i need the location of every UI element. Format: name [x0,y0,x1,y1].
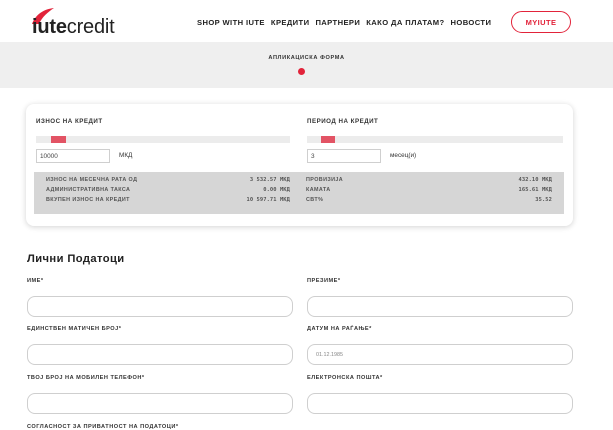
first-name-label: ИМЕ* [27,278,44,284]
birth-date-label: ДАТУМ НА РАЃАЊЕ* [307,326,372,332]
main-nav: SHOP WITH IUTE КРЕДИТИ ПАРТНЕРИ КАКО ДА … [197,18,491,27]
nav-how-to-pay[interactable]: КАКО ДА ПЛАТАМ? [366,18,444,27]
summary-value-commission: 432.10 МКД [518,177,552,183]
birth-date-placeholder: 01.12.1985 [316,352,343,358]
loan-summary: ИЗНОС НА МЕСЕЧНА РАТА ОД АДМИНИСТРАТИВНА… [34,172,564,214]
summary-label-commission: ПРОВИЗИЈА [306,177,344,183]
birth-date-input[interactable]: 01.12.1985 [307,344,573,365]
logo-text-bold: iute [32,16,67,38]
nav-news[interactable]: НОВОСТИ [451,18,492,27]
embg-label: ЕДИНСТВЕН МАТИЧЕН БРОЈ* [27,326,122,332]
summary-value-admin-fee: 0.00 МКД [263,187,290,193]
amount-input[interactable] [36,149,110,163]
amount-slider-track[interactable] [36,136,290,143]
period-unit: месец(и) [390,152,417,159]
summary-label-apr: СВТ% [306,197,324,203]
last-name-label: ПРЕЗИМЕ* [307,278,341,284]
last-name-input[interactable] [307,296,573,317]
first-name-input[interactable] [27,296,293,317]
summary-label-monthly: ИЗНОС НА МЕСЕЧНА РАТА ОД [46,177,138,183]
summary-value-monthly: 3 532.57 МКД [249,177,290,183]
logo-text-light: credit [66,16,115,38]
period-input[interactable] [307,149,381,163]
application-form-banner: АПЛИКАЦИСКА ФОРМА [0,42,613,88]
nav-partners[interactable]: ПАРТНЕРИ [315,18,360,27]
summary-label-interest: КАМАТА [306,187,331,193]
period-label: ПЕРИОД НА КРЕДИТ [307,118,379,125]
nav-credits[interactable]: КРЕДИТИ [271,18,310,27]
nav-shop-with-iute[interactable]: SHOP WITH IUTE [197,18,265,27]
step-indicator-dot [298,68,305,75]
iute-logo[interactable]: iutecredit [26,8,136,38]
summary-label-admin-fee: АДМИНИСТРАТИВНА ТАКСА [46,187,131,193]
summary-label-total: ВКУПЕН ИЗНОС НА КРЕДИТ [46,197,130,203]
amount-label: ИЗНОС НА КРЕДИТ [36,118,103,125]
period-slider-track[interactable] [307,136,563,143]
summary-value-interest: 165.61 МКД [518,187,552,193]
privacy-consent-label: СОГЛАСНОСТ ЗА ПРИВАТНОСТ НА ПОДАТОЦИ* [27,424,179,430]
email-label: ЕЛЕКТРОНСКА ПОШТА* [307,375,383,381]
period-slider-thumb[interactable] [321,136,335,143]
site-header: iutecredit SHOP WITH IUTE КРЕДИТИ ПАРТНЕ… [0,0,613,42]
amount-slider-thumb[interactable] [51,136,66,143]
phone-label: ТВОЈ БРОЈ НА МОБИЛЕН ТЕЛЕФОН* [27,375,145,381]
amount-unit: МКД [119,152,133,159]
summary-value-total: 10 597.71 МКД [246,197,290,203]
phone-input[interactable] [27,393,293,414]
personal-data-title: Лични Податоци [27,253,125,265]
myiute-button[interactable]: MYIUTE [511,11,571,33]
email-input[interactable] [307,393,573,414]
summary-value-apr: 35.52 [535,197,552,203]
embg-input[interactable] [27,344,293,365]
loan-calculator-card: ИЗНОС НА КРЕДИТ МКД ПЕРИОД НА КРЕДИТ мес… [26,104,573,226]
band-title: АПЛИКАЦИСКА ФОРМА [268,55,345,61]
